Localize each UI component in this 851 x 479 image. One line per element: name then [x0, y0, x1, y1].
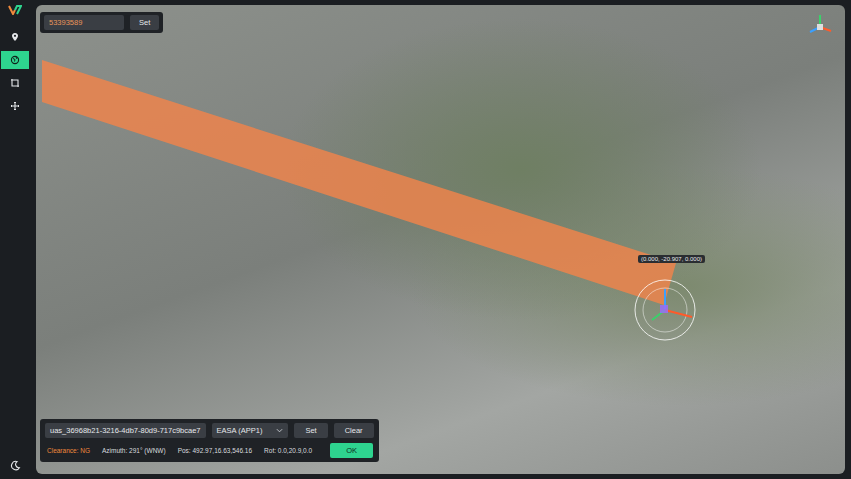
app: (0.000, -20.907, 0.000) 53393589 Set uas… [0, 0, 851, 479]
move-icon [10, 101, 20, 111]
entity-id-input[interactable]: 53393589 [44, 15, 124, 30]
theme-moon-icon[interactable] [10, 460, 21, 471]
logo-icon [8, 5, 22, 15]
sidebar-item[interactable] [1, 28, 29, 46]
chevron-down-icon [276, 428, 283, 433]
sidebar [0, 0, 30, 479]
azimuth-reading: Azimuth: 291° (WNW) [102, 447, 166, 454]
clearance-status: Clearance: NG [47, 447, 90, 454]
ok-button[interactable]: OK [330, 443, 373, 458]
orientation-axes-icon[interactable] [805, 11, 835, 41]
panel-button[interactable]: Set [294, 423, 327, 438]
sidebar-item[interactable] [1, 51, 29, 69]
uas-id-input[interactable]: uas_36968b21-3216-4db7-80d9-717c9bcae7 [45, 423, 206, 438]
gizmo-icon[interactable] [630, 275, 700, 345]
pin-icon [10, 32, 20, 42]
control-panel: uas_36968b21-3216-4db7-80d9-717c9bcae7 E… [40, 419, 379, 462]
set-button[interactable]: Set [130, 15, 159, 30]
route-corridor [36, 5, 845, 474]
regulation-dropdown[interactable]: EASA (APP1) [212, 423, 289, 438]
gizmo-coordinates: (0.000, -20.907, 0.000) [638, 255, 705, 263]
panel-button[interactable]: Clear [334, 423, 374, 438]
position-reading: Pos: 492.97,16.63,546.16 [178, 447, 252, 454]
map-view[interactable]: (0.000, -20.907, 0.000) 53393589 Set uas… [36, 5, 845, 474]
transform-icon [10, 78, 20, 88]
sidebar-item[interactable] [1, 74, 29, 92]
sidebar-item[interactable] [1, 97, 29, 115]
rotation-reading: Rot: 0.0,20.9,0.0 [264, 447, 312, 454]
entity-search-panel: 53393589 Set [40, 12, 163, 33]
main-area: (0.000, -20.907, 0.000) 53393589 Set uas… [30, 0, 851, 479]
globe-icon [10, 55, 20, 65]
